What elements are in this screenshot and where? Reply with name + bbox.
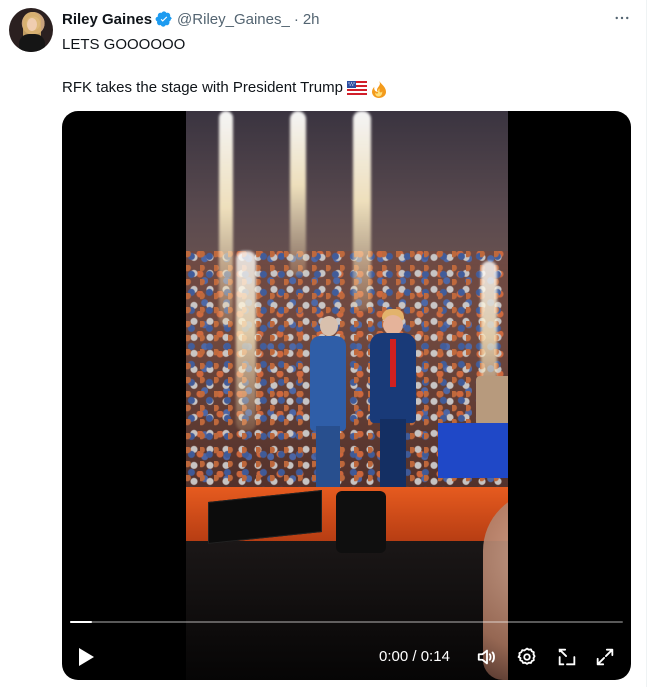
- play-icon[interactable]: [74, 645, 98, 669]
- video-controls: 0:00 / 0:14: [62, 635, 631, 680]
- avatar-body: [19, 34, 45, 52]
- duration: 0:14: [420, 648, 450, 665]
- video-progress-track[interactable]: [70, 621, 623, 623]
- tweet-card[interactable]: Riley Gaines @Riley_Gaines_ · 2h LETS GO…: [0, 0, 647, 687]
- volume-icon[interactable]: [475, 645, 499, 669]
- video-player[interactable]: 0:00 / 0:14: [62, 111, 631, 680]
- speaker-box: [336, 491, 386, 553]
- verified-badge-icon[interactable]: [155, 10, 173, 28]
- person-left-suit: [310, 336, 346, 431]
- fire-emoji: [371, 80, 391, 98]
- tweet-text-line2-text: RFK takes the stage with President Trump: [62, 79, 343, 96]
- avatar-face: [27, 18, 37, 31]
- more-dots-icon[interactable]: [611, 8, 633, 28]
- tweet-text-line1: LETS GOOOOOO: [62, 36, 186, 53]
- podium: [476, 376, 508, 426]
- pyrotechnic-spark: [290, 111, 306, 276]
- us-flag-emoji: [346, 80, 367, 96]
- person-right-tie: [390, 339, 396, 387]
- pyrotechnic-spark: [353, 111, 371, 311]
- current-time: 0:00: [379, 648, 409, 665]
- time-separator: /: [412, 648, 417, 665]
- pyrotechnic-spark: [219, 111, 233, 326]
- video-progress-fill: [70, 621, 93, 623]
- picture-in-picture-icon[interactable]: [555, 645, 579, 669]
- timestamp[interactable]: 2h: [303, 11, 320, 28]
- pyrotechnic-spark: [236, 251, 256, 431]
- person-left: [310, 316, 346, 501]
- person-right: [370, 309, 416, 504]
- tweet-header: Riley Gaines @Riley_Gaines_ · 2h: [62, 9, 320, 29]
- stage-panel: [438, 423, 508, 478]
- video-frame: [186, 111, 508, 680]
- person-left-head: [320, 316, 338, 336]
- avatar[interactable]: [9, 8, 53, 52]
- video-time: 0:00 / 0:14: [379, 648, 450, 665]
- tweet-text-line2: RFK takes the stage with President Trump: [62, 78, 391, 98]
- separator-dot: ·: [293, 10, 299, 28]
- fullscreen-icon[interactable]: [593, 645, 617, 669]
- author-name[interactable]: Riley Gaines: [62, 11, 152, 28]
- author-handle[interactable]: @Riley_Gaines_: [177, 11, 290, 28]
- settings-gear-icon[interactable]: [515, 645, 539, 669]
- person-right-head: [383, 315, 403, 335]
